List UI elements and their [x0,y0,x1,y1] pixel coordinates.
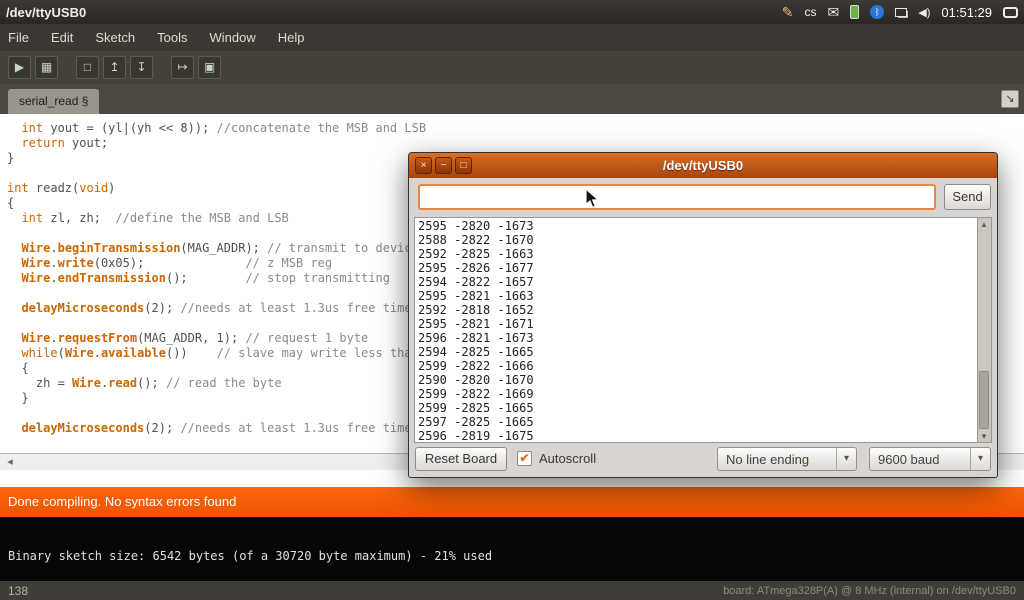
menu-help[interactable]: Help [278,30,305,45]
compile-status-message: Done compiling. No syntax errors found [8,494,236,509]
serial-output-line: 2599 -2822 -1669 [418,387,974,401]
close-button[interactable]: × [415,157,432,174]
serial-output-line: 2596 -2819 -1675 [418,429,974,443]
serial-output-line: 2594 -2825 -1665 [418,345,974,359]
baud-rate-value: 9600 baud [878,452,939,467]
autoscroll-checkbox[interactable]: ✔ [517,451,532,466]
tab-menu-button[interactable]: ↘ [1001,90,1019,108]
serial-output-line: 2595 -2826 -1677 [418,261,974,275]
tab-serial-read[interactable]: serial_read § [8,89,99,114]
serial-send-input[interactable] [418,184,936,210]
verify-button[interactable]: ▶ [8,56,31,79]
upload-button[interactable]: ↦ [171,56,194,79]
toolbar: ▶ ▦ □ ↥ ↧ ↦ ▣ [0,51,1024,84]
network-icon[interactable] [895,8,907,17]
code-line: int yout = (yl|(yh << 8)); //concatenate… [7,121,1024,136]
autoscroll-label: Autoscroll [539,451,596,466]
serial-output-line: 2599 -2825 -1665 [418,401,974,415]
top-panel: /dev/ttyUSB0 ✎ cs ✉ ᛒ ◀) 01:51:29 [0,0,1024,24]
serial-output-line: 2599 -2822 -1666 [418,359,974,373]
line-ending-dropdown[interactable]: No line ending ▾ [717,447,857,471]
window-controls: × − □ [415,157,472,174]
volume-icon[interactable]: ◀) [918,6,930,19]
mail-icon[interactable]: ✉ [828,4,840,21]
serial-output-line: 2595 -2821 -1671 [418,317,974,331]
serial-output-line: 2597 -2825 -1665 [418,415,974,429]
tab-bar: serial_read § ↘ [0,84,1024,114]
system-tray: ✎ cs ✉ ᛒ ◀) 01:51:29 [782,4,1018,21]
send-button[interactable]: Send [944,184,991,210]
serial-monitor-titlebar[interactable]: × − □ /dev/ttyUSB0 [409,153,997,178]
serial-output-scrollbar[interactable]: ▴ ▾ [978,217,992,443]
serial-monitor-button[interactable]: ▣ [198,56,221,79]
stop-button[interactable]: ▦ [35,56,58,79]
desktop-screen: /dev/ttyUSB0 ✎ cs ✉ ᛒ ◀) 01:51:29 File E… [0,0,1024,600]
baud-rate-dropdown[interactable]: 9600 baud ▾ [869,447,991,471]
serial-output-line: 2592 -2825 -1663 [418,247,974,261]
scroll-left-icon[interactable]: ◂ [2,455,18,469]
serial-output[interactable]: 2595 -2820 -16732588 -2822 -16702592 -28… [414,217,978,443]
maximize-button[interactable]: □ [455,157,472,174]
build-console-text: Binary sketch size: 6542 bytes (of a 307… [8,549,492,563]
battery-icon[interactable] [850,5,859,19]
new-sketch-button[interactable]: □ [76,56,99,79]
scrollbar-thumb[interactable] [979,371,989,429]
bluetooth-icon[interactable]: ᛒ [870,5,884,19]
serial-output-line: 2588 -2822 -1670 [418,233,974,247]
session-menu-icon[interactable] [1003,7,1018,18]
menu-window[interactable]: Window [209,30,255,45]
serial-output-line: 2594 -2822 -1657 [418,275,974,289]
open-sketch-button[interactable]: ↥ [103,56,126,79]
menu-sketch[interactable]: Sketch [95,30,135,45]
menu-edit[interactable]: Edit [51,30,73,45]
menu-tools[interactable]: Tools [157,30,187,45]
note-icon[interactable]: ✎ [782,4,794,21]
minimize-button[interactable]: − [435,157,452,174]
cursor-line-number: 138 [8,584,28,598]
clock[interactable]: 01:51:29 [941,5,992,20]
serial-output-line: 2592 -2818 -1652 [418,303,974,317]
serial-monitor-window: × − □ /dev/ttyUSB0 Send 2595 -2820 -1673… [408,152,998,478]
footer-status-strip: 138 board: ATmega328P(A) @ 8 MHz (intern… [0,581,1024,600]
scroll-down-icon[interactable]: ▾ [978,430,990,442]
line-ending-value: No line ending [726,452,809,467]
scroll-up-icon[interactable]: ▴ [978,218,990,230]
serial-monitor-title: /dev/ttyUSB0 [409,153,997,178]
menu-file[interactable]: File [8,30,29,45]
serial-output-line: 2595 -2821 -1663 [418,289,974,303]
serial-output-line: 2596 -2821 -1673 [418,331,974,345]
panel-window-title: /dev/ttyUSB0 [6,5,86,20]
chevron-down-icon[interactable]: ▾ [970,448,990,470]
chevron-down-icon[interactable]: ▾ [836,448,856,470]
menubar: File Edit Sketch Tools Window Help [0,24,1024,51]
reset-board-button[interactable]: Reset Board [415,447,507,471]
serial-output-line: 2595 -2820 -1673 [418,219,974,233]
serial-output-line: 2590 -2820 -1670 [418,373,974,387]
board-info: board: ATmega328P(A) @ 8 MHz (internal) … [723,585,1016,597]
build-console: Binary sketch size: 6542 bytes (of a 307… [0,517,1024,581]
compile-status-bar: Done compiling. No syntax errors found [0,487,1024,517]
code-line: return yout; [7,136,1024,151]
save-sketch-button[interactable]: ↧ [130,56,153,79]
keyboard-layout-indicator[interactable]: cs [805,5,817,19]
